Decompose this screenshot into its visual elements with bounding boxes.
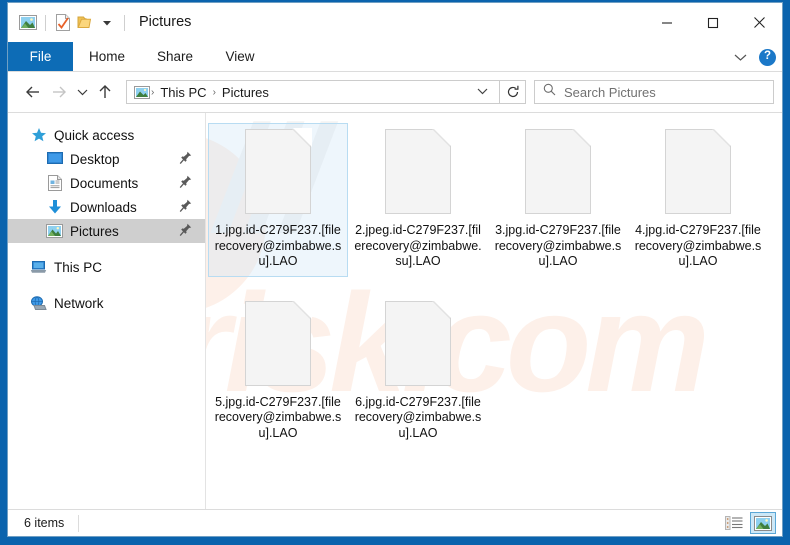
sidebar-label-pictures: Pictures	[70, 223, 119, 239]
customize-qat-icon[interactable]	[96, 12, 118, 34]
tab-share[interactable]: Share	[141, 42, 209, 71]
maximize-button[interactable]	[690, 3, 736, 42]
explorer-body: Quick access Desktop Documents Downloads…	[8, 112, 782, 509]
sidebar-item-quick-access[interactable]: Quick access	[8, 123, 205, 147]
pin-icon[interactable]	[179, 175, 193, 191]
star-icon	[30, 127, 47, 144]
file-item[interactable]: 2.jpeg.id-C279F237.[filerecovery@zimbabw…	[348, 123, 488, 277]
sidebar-label-quick-access: Quick access	[54, 127, 135, 143]
tab-view[interactable]: View	[209, 42, 271, 71]
minimize-button[interactable]	[644, 3, 690, 42]
new-folder-icon[interactable]	[74, 12, 96, 34]
help-icon[interactable]: ?	[759, 48, 776, 66]
file-item[interactable]: 5.jpg.id-C279F237.[filerecovery@zimbabwe…	[208, 295, 348, 449]
sidebar-label-this-pc: This PC	[54, 259, 103, 275]
quick-access-toolbar	[8, 12, 131, 34]
file-name-label: 4.jpg.id-C279F237.[filerecovery@zimbabwe…	[634, 223, 762, 268]
status-separator	[78, 514, 80, 532]
sidebar-label-network: Network	[54, 295, 104, 311]
file-document-icon	[665, 128, 732, 214]
sidebar-gap-2	[8, 279, 205, 291]
pin-icon[interactable]	[179, 199, 193, 215]
sidebar-item-pictures[interactable]: Pictures	[8, 219, 205, 243]
desktop-background: Pictures File Home Share View ? › This P…	[0, 0, 790, 545]
file-name-label: 3.jpg.id-C279F237.[filerecovery@zimbabwe…	[494, 223, 622, 268]
sidebar-label-downloads: Downloads	[70, 199, 137, 215]
sidebar-item-this-pc[interactable]: This PC	[8, 255, 205, 279]
tab-file[interactable]: File	[8, 42, 73, 71]
refresh-button[interactable]	[500, 80, 526, 104]
recent-locations-button[interactable]	[72, 79, 92, 105]
details-view-button[interactable]	[721, 512, 747, 534]
sidebar-item-downloads[interactable]: Downloads	[8, 195, 205, 219]
sidebar-label-desktop: Desktop	[70, 151, 120, 167]
this-pc-icon	[30, 259, 47, 276]
search-box[interactable]: Search Pictures	[534, 80, 774, 104]
search-input[interactable]: Search Pictures	[564, 85, 656, 100]
sidebar-item-network[interactable]: Network	[8, 291, 205, 315]
title-bar: Pictures	[8, 3, 782, 42]
file-explorer-window: Pictures File Home Share View ? › This P…	[8, 3, 782, 536]
up-button[interactable]	[92, 79, 118, 105]
search-icon	[543, 83, 556, 101]
pictures-folder-icon[interactable]	[17, 12, 39, 34]
file-item[interactable]: 4.jpg.id-C279F237.[filerecovery@zimbabwe…	[628, 123, 768, 277]
file-document-icon	[385, 128, 452, 214]
window-title: Pictures	[139, 14, 192, 31]
status-bar: 6 items	[8, 509, 782, 536]
address-pictures-icon	[133, 84, 150, 101]
pin-icon[interactable]	[179, 151, 193, 167]
qat-separator-2	[124, 14, 125, 31]
file-name-label: 1.jpg.id-C279F237.[filerecovery@zimbabwe…	[214, 223, 342, 268]
network-icon	[30, 295, 47, 312]
file-name-label: 6.jpg.id-C279F237.[filerecovery@zimbabwe…	[354, 394, 482, 440]
tab-home[interactable]: Home	[73, 42, 141, 71]
ribbon-tab-bar: File Home Share View ?	[8, 42, 782, 72]
file-name-label: 2.jpeg.id-C279F237.[filerecovery@zimbabw…	[354, 223, 482, 268]
documents-icon	[46, 175, 63, 192]
ribbon-right-controls: ?	[729, 42, 776, 72]
qat-separator-1	[45, 14, 46, 31]
file-item[interactable]: 6.jpg.id-C279F237.[filerecovery@zimbabwe…	[348, 295, 488, 449]
navigation-bar: › This PC › Pictures Search Pictures	[8, 72, 782, 112]
chevron-down-icon[interactable]	[729, 46, 751, 68]
sidebar-gap-1	[8, 243, 205, 255]
forward-button[interactable]	[46, 79, 72, 105]
address-bar[interactable]: › This PC › Pictures	[126, 80, 500, 104]
properties-icon[interactable]	[52, 12, 74, 34]
file-name-label: 5.jpg.id-C279F237.[filerecovery@zimbabwe…	[214, 394, 342, 440]
item-count-label: 6 items	[24, 516, 65, 530]
file-item[interactable]: 3.jpg.id-C279F237.[filerecovery@zimbabwe…	[488, 123, 628, 277]
sidebar-label-documents: Documents	[70, 175, 139, 191]
pictures-icon	[46, 223, 63, 240]
downloads-icon	[46, 199, 63, 216]
sidebar-item-desktop[interactable]: Desktop	[8, 147, 205, 171]
large-icons-view-button[interactable]	[750, 512, 776, 534]
breadcrumb-item-pictures[interactable]: Pictures	[217, 85, 274, 100]
file-document-icon	[525, 128, 592, 214]
file-grid: 1.jpg.id-C279F237.[filerecovery@zimbabwe…	[206, 113, 782, 509]
navigation-pane: Quick access Desktop Documents Downloads…	[8, 113, 206, 509]
file-item[interactable]: 1.jpg.id-C279F237.[filerecovery@zimbabwe…	[208, 123, 348, 277]
pin-icon[interactable]	[179, 223, 193, 239]
back-button[interactable]	[20, 79, 46, 105]
address-dropdown-icon[interactable]	[470, 87, 495, 98]
file-document-icon	[245, 128, 312, 214]
sidebar-item-documents[interactable]: Documents	[8, 171, 205, 195]
breadcrumb-item-this-pc[interactable]: This PC	[155, 85, 211, 100]
window-controls	[644, 3, 782, 42]
file-list-pane[interactable]: /// risk.com 1.jpg.id-C279F237.[filereco…	[206, 113, 782, 509]
close-button[interactable]	[736, 3, 782, 42]
file-document-icon	[385, 299, 452, 386]
file-document-icon	[245, 299, 312, 386]
desktop-icon	[46, 151, 63, 168]
